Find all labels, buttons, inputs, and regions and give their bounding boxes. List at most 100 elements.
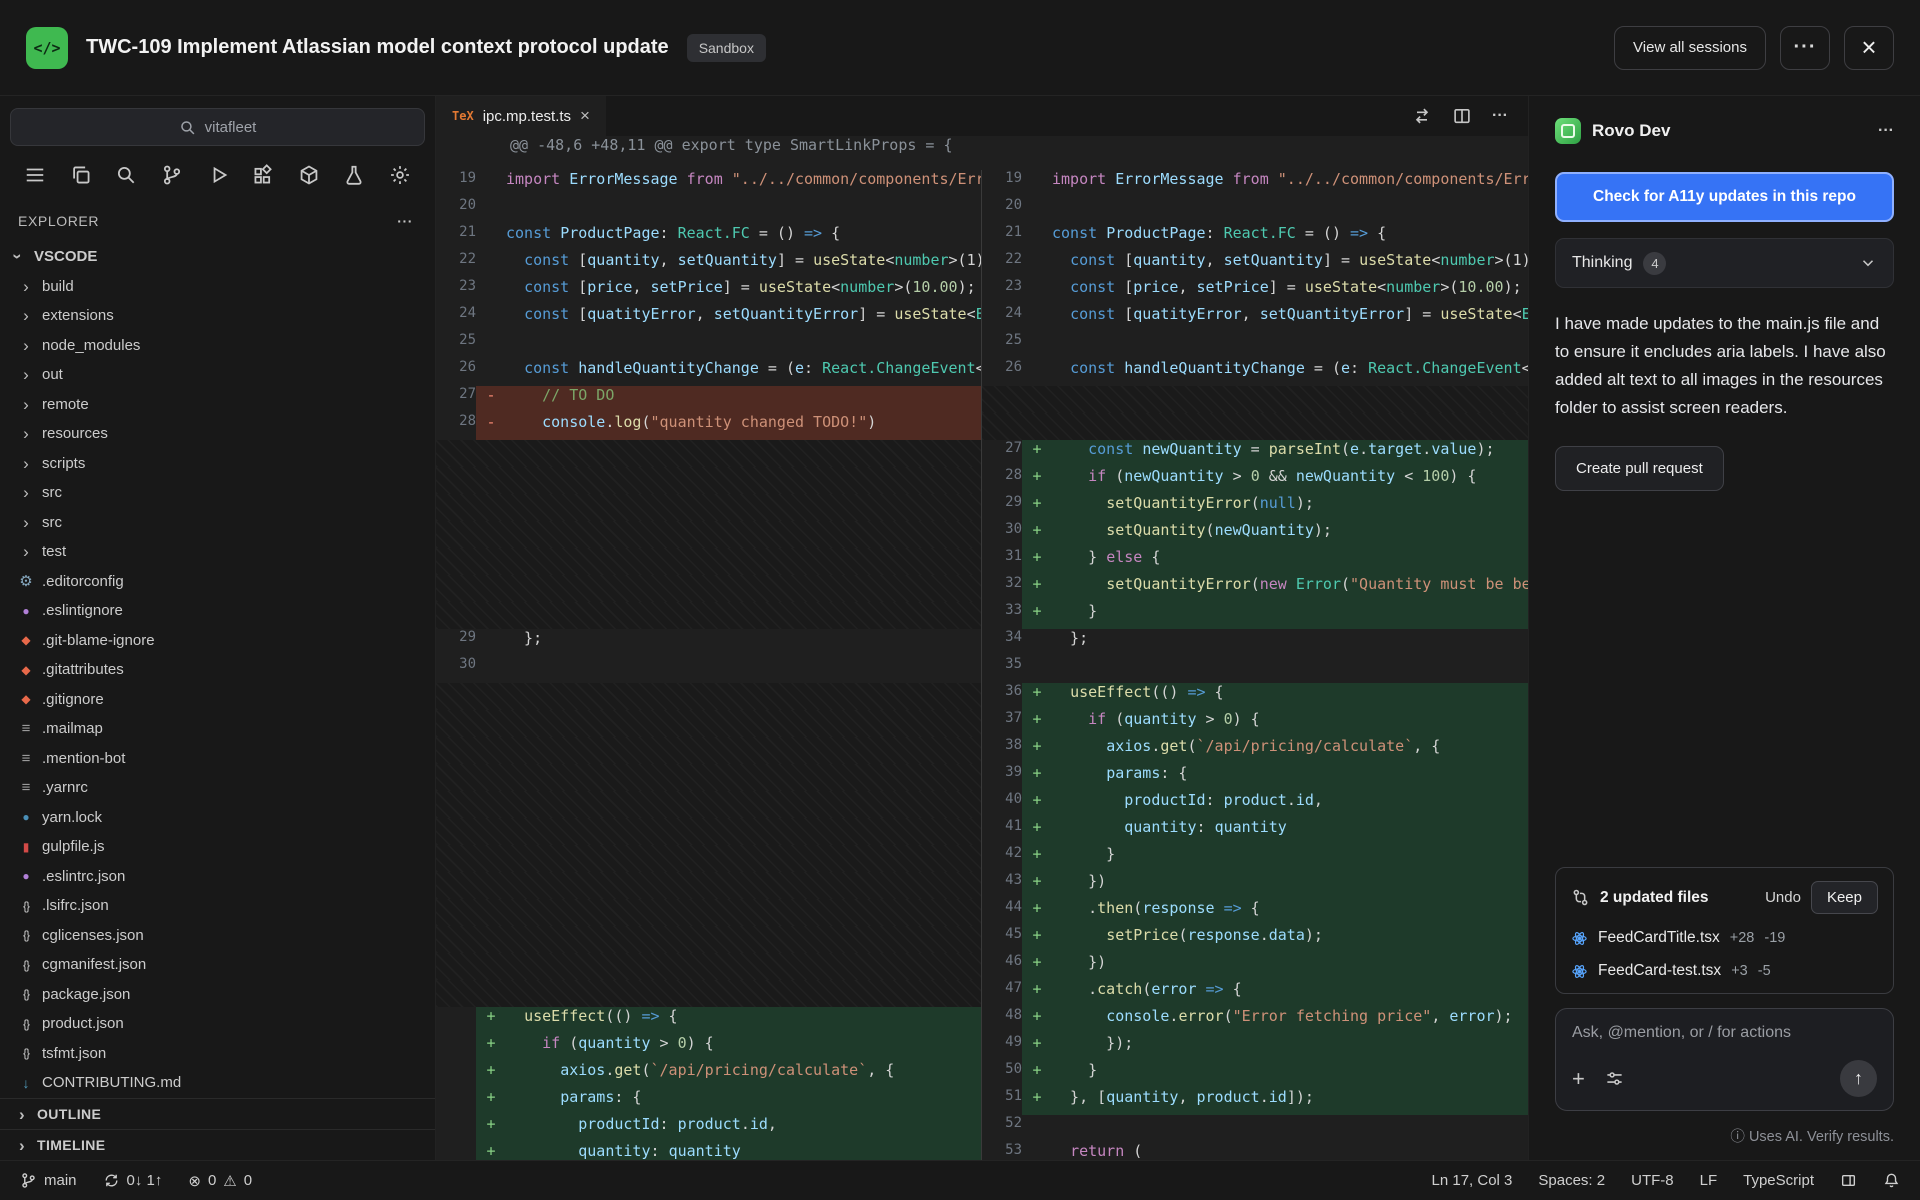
tree-item-.editorconfig[interactable]: .editorconfig xyxy=(0,567,435,597)
code-line[interactable]: 19import ErrorMessage from "../../common… xyxy=(436,170,981,197)
split-editor-icon[interactable] xyxy=(1452,106,1472,126)
source-control-icon[interactable] xyxy=(157,160,187,190)
tab-close-icon[interactable] xyxy=(580,106,590,126)
tree-item-build[interactable]: ›build xyxy=(0,272,435,302)
code-line[interactable]: 20 xyxy=(982,197,1528,224)
code-line[interactable]: 22 const [quantity, setQuantity] = useSt… xyxy=(436,251,981,278)
check-a11y-updates-button[interactable]: Check for A11y updates in this repo xyxy=(1555,172,1894,222)
tree-item-.mention-bot[interactable]: .mention-bot xyxy=(0,744,435,774)
tree-item-tsfmt.json[interactable]: tsfmt.json xyxy=(0,1039,435,1069)
chat-input[interactable] xyxy=(1572,1024,1877,1042)
tree-item-VSCODE[interactable]: ›VSCODE xyxy=(0,242,435,272)
code-line[interactable]: 45+ setPrice(response.data); xyxy=(982,926,1528,953)
tree-item-cgmanifest.json[interactable]: cgmanifest.json xyxy=(0,950,435,980)
menu-icon[interactable] xyxy=(20,160,50,190)
code-line[interactable]: 26 const handleQuantityChange = (e: Reac… xyxy=(982,359,1528,386)
tree-item-node_modules[interactable]: ›node_modules xyxy=(0,331,435,361)
code-line[interactable]: 49+ }); xyxy=(982,1034,1528,1061)
settings-sliders-icon[interactable] xyxy=(1605,1069,1624,1088)
branch-indicator[interactable]: main xyxy=(20,1172,77,1189)
code-line[interactable]: 23 const [price, setPrice] = useState<nu… xyxy=(436,278,981,305)
keep-button[interactable]: Keep xyxy=(1811,881,1878,914)
tree-item-package.json[interactable]: package.json xyxy=(0,980,435,1010)
tree-item-src[interactable]: ›src xyxy=(0,478,435,508)
swap-diff-sides-icon[interactable] xyxy=(1412,106,1432,126)
code-line[interactable]: 40+ productId: product.id, xyxy=(982,791,1528,818)
code-line[interactable]: 32+ setQuantityError(new Error("Quantity… xyxy=(982,575,1528,602)
indentation-setting[interactable]: Spaces: 2 xyxy=(1538,1172,1605,1189)
code-line[interactable]: 41+ quantity: quantity xyxy=(982,818,1528,845)
code-line[interactable]: 30+ setQuantity(newQuantity); xyxy=(982,521,1528,548)
tree-item-remote[interactable]: ›remote xyxy=(0,390,435,420)
code-line[interactable]: 27+ const newQuantity = parseInt(e.targe… xyxy=(982,440,1528,467)
extensions-icon[interactable] xyxy=(248,160,278,190)
code-line[interactable]: 28- console.log("quantity changed TODO!"… xyxy=(436,413,981,440)
code-line[interactable]: 21const ProductPage: React.FC = () => { xyxy=(436,224,981,251)
tree-item-.eslintrc.json[interactable]: .eslintrc.json xyxy=(0,862,435,892)
code-line[interactable]: 46+ }) xyxy=(982,953,1528,980)
code-line[interactable]: 48+ console.error("Error fetching price"… xyxy=(982,1007,1528,1034)
code-line[interactable]: 53 return ( xyxy=(982,1142,1528,1160)
code-line[interactable]: 29+ setQuantityError(null); xyxy=(982,494,1528,521)
tree-item-product.json[interactable]: product.json xyxy=(0,1009,435,1039)
search-input[interactable]: vitafleet xyxy=(10,108,425,146)
code-line[interactable]: 35 xyxy=(982,656,1528,683)
code-line[interactable]: 52 xyxy=(982,1115,1528,1142)
code-line[interactable]: 39+ params: { xyxy=(982,764,1528,791)
testing-beaker-icon[interactable] xyxy=(339,160,369,190)
tree-item-src[interactable]: ›src xyxy=(0,508,435,538)
code-line[interactable]: 36+ useEffect(() => { xyxy=(982,683,1528,710)
notifications-bell-icon[interactable] xyxy=(1883,1172,1900,1189)
code-line[interactable]: 26 const handleQuantityChange = (e: Reac… xyxy=(436,359,981,386)
code-line[interactable]: 37+ if (quantity > 0) { xyxy=(982,710,1528,737)
updated-file-FeedCardTitle.tsx[interactable]: FeedCardTitle.tsx+28-19 xyxy=(1571,929,1878,947)
close-button[interactable] xyxy=(1844,26,1894,70)
tree-item-.yarnrc[interactable]: .yarnrc xyxy=(0,773,435,803)
code-line[interactable]: 51+ }, [quantity, product.id]); xyxy=(982,1088,1528,1115)
editor-more-actions-icon[interactable] xyxy=(1492,107,1508,125)
code-line[interactable]: 33+ } xyxy=(982,602,1528,629)
editor-layout-icon[interactable] xyxy=(1840,1172,1857,1189)
tree-item-scripts[interactable]: ›scripts xyxy=(0,449,435,479)
code-line[interactable]: 25 xyxy=(982,332,1528,359)
code-line[interactable]: 28+ if (newQuantity > 0 && newQuantity <… xyxy=(982,467,1528,494)
run-debug-icon[interactable] xyxy=(203,160,233,190)
explorer-files-icon[interactable] xyxy=(66,160,96,190)
send-button[interactable]: ↑ xyxy=(1840,1060,1877,1097)
code-line[interactable]: 50+ } xyxy=(982,1061,1528,1088)
encoding-setting[interactable]: UTF-8 xyxy=(1631,1172,1674,1189)
code-line[interactable]: 27- // TO DO xyxy=(436,386,981,413)
remote-cube-icon[interactable] xyxy=(294,160,324,190)
code-line[interactable]: 20 xyxy=(436,197,981,224)
thinking-expander[interactable]: Thinking 4 xyxy=(1555,238,1894,288)
tree-item-CONTRIBUTING.md[interactable]: CONTRIBUTING.md xyxy=(0,1068,435,1098)
explorer-more-icon[interactable] xyxy=(397,213,413,229)
outline-section[interactable]: ›OUTLINE xyxy=(0,1098,435,1129)
rovo-more-icon[interactable] xyxy=(1878,122,1894,140)
code-line[interactable]: 34 }; xyxy=(982,629,1528,656)
code-line[interactable]: 42+ } xyxy=(982,845,1528,872)
tree-item-.eslintignore[interactable]: .eslintignore xyxy=(0,596,435,626)
code-line[interactable]: 38+ axios.get(`/api/pricing/calculate`, … xyxy=(982,737,1528,764)
tree-item-test[interactable]: ›test xyxy=(0,537,435,567)
tree-item-cglicenses.json[interactable]: cglicenses.json xyxy=(0,921,435,951)
code-line[interactable]: 43+ }) xyxy=(982,872,1528,899)
search-tool-icon[interactable] xyxy=(111,160,141,190)
code-line[interactable]: 25 xyxy=(436,332,981,359)
eol-setting[interactable]: LF xyxy=(1700,1172,1718,1189)
timeline-section[interactable]: ›TIMELINE xyxy=(0,1129,435,1160)
tree-item-.gitignore[interactable]: .gitignore xyxy=(0,685,435,715)
code-line[interactable]: + if (quantity > 0) { xyxy=(436,1034,981,1061)
create-pull-request-button[interactable]: Create pull request xyxy=(1555,446,1724,491)
code-line[interactable]: + axios.get(`/api/pricing/calculate`, { xyxy=(436,1061,981,1088)
problems-indicator[interactable]: ⊗0 ⚠0 xyxy=(188,1172,252,1190)
sync-indicator[interactable]: 0↓ 1↑ xyxy=(103,1172,163,1189)
view-all-sessions-button[interactable]: View all sessions xyxy=(1614,26,1766,70)
tree-item-.git-blame-ignore[interactable]: .git-blame-ignore xyxy=(0,626,435,656)
tree-item-yarn.lock[interactable]: yarn.lock xyxy=(0,803,435,833)
tree-item-extensions[interactable]: ›extensions xyxy=(0,301,435,331)
code-line[interactable]: 19import ErrorMessage from "../../common… xyxy=(982,170,1528,197)
language-mode[interactable]: TypeScript xyxy=(1743,1172,1814,1189)
tree-item-.mailmap[interactable]: .mailmap xyxy=(0,714,435,744)
code-line[interactable]: + productId: product.id, xyxy=(436,1115,981,1142)
